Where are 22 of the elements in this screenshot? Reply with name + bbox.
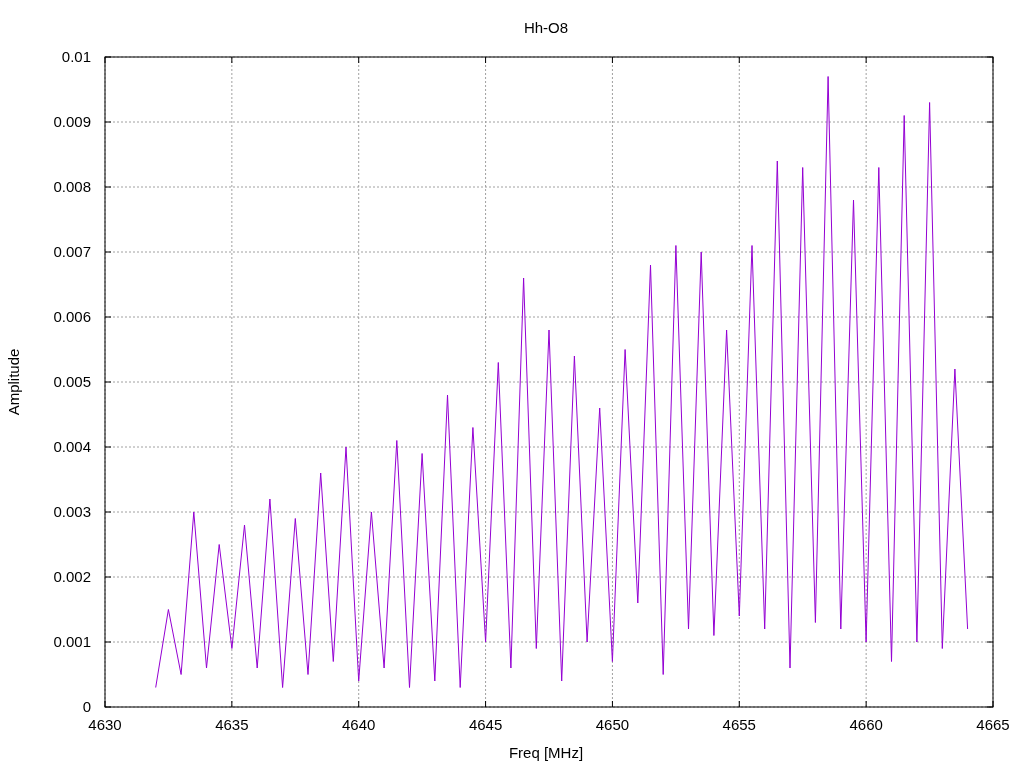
chart-title: Hh-O8 [523,19,569,36]
y-tick-label: 0.001 [53,633,91,650]
x-tick-label: 4640 [342,716,376,733]
x-tick-label: 4660 [849,716,883,733]
y-tick-label: 0.008 [53,178,91,195]
y-tick-label: 0.01 [61,48,91,65]
x-tick-label: 4655 [722,716,756,733]
y-tick-label: 0.004 [53,438,91,455]
y-tick-label: 0 [82,698,91,715]
x-tick-label: 4635 [215,716,249,733]
y-tick-label: 0.007 [53,243,91,260]
x-tick-label: 4650 [595,716,630,733]
y-axis-label: Amplitude [5,348,22,416]
x-tick-label: 4665 [976,716,1010,733]
y-tick-label: 0.009 [53,113,91,130]
y-tick-label: 0.003 [53,503,91,520]
y-tick-label: 0.006 [53,308,91,325]
y-tick-label: 0.005 [53,373,91,390]
y-tick-label: 0.002 [53,568,91,585]
x-tick-label: 4645 [468,716,503,733]
x-tick-label: 4630 [88,716,122,733]
x-axis-label: Freq [MHz] [508,744,584,761]
